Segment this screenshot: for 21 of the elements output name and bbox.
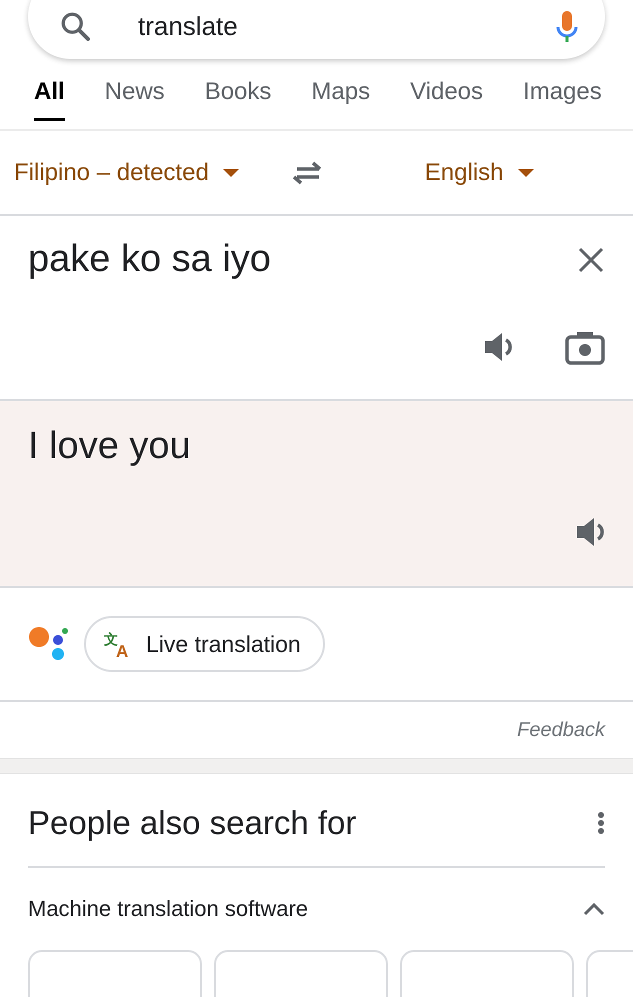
section-title: People also search for xyxy=(28,804,356,842)
source-text: pake ko sa iyo xyxy=(28,238,271,281)
tab[interactable]: Books xyxy=(204,77,272,121)
tab[interactable]: Videos xyxy=(410,77,484,121)
tab[interactable]: Images xyxy=(523,77,602,121)
tab[interactable]: News xyxy=(104,77,165,121)
caret-icon xyxy=(222,168,239,176)
caret-icon xyxy=(518,168,534,176)
camera-icon[interactable] xyxy=(565,331,605,365)
source-language-dropdown[interactable]: Filipino – detected xyxy=(14,158,239,186)
tab[interactable]: All xyxy=(34,77,65,121)
close-icon[interactable] xyxy=(577,246,605,274)
tab[interactable]: Maps xyxy=(311,77,370,121)
search-bar[interactable]: translate xyxy=(28,0,605,59)
search-query: translate xyxy=(138,11,239,42)
group-title: Machine translation software xyxy=(28,896,308,922)
target-language-dropdown[interactable]: English xyxy=(424,158,534,186)
more-options-icon[interactable] xyxy=(597,811,605,835)
group-header[interactable]: Machine translation software xyxy=(28,868,605,950)
feedback-link[interactable]: Feedback xyxy=(517,718,605,742)
translation-text: I love you xyxy=(28,425,191,467)
